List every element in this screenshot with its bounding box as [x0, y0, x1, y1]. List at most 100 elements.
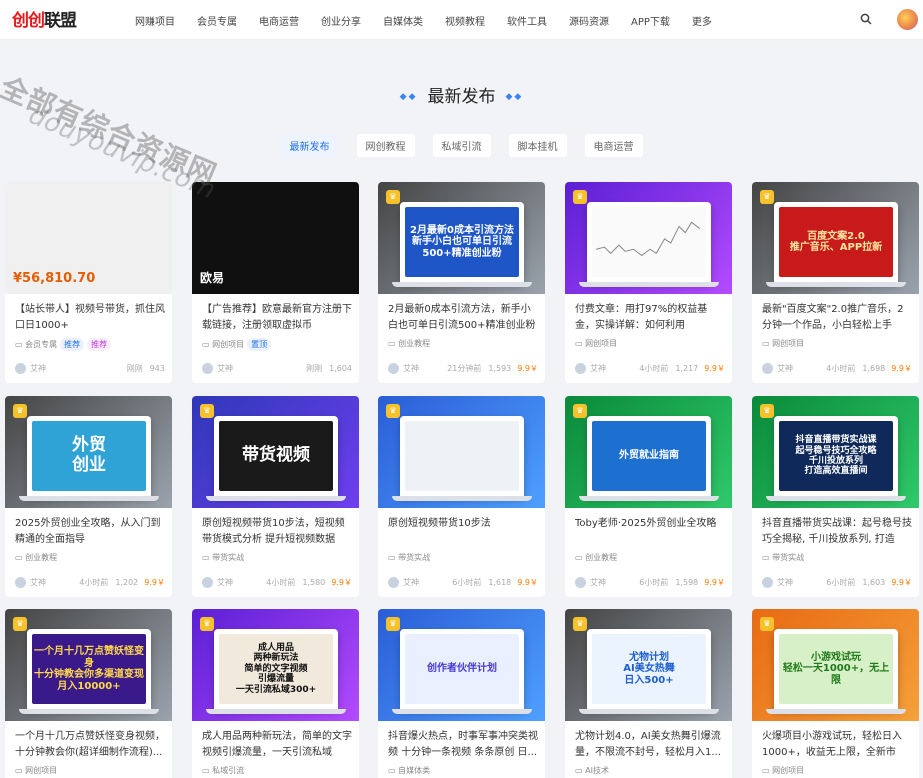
thumbnail-text: 2月最新0成本引流方法 新手小白也可单日引流 500+精准创业粉: [410, 224, 514, 259]
category-label[interactable]: 网创项目: [585, 339, 617, 348]
nav-item[interactable]: 更多: [692, 13, 712, 28]
post-title[interactable]: 抖音爆火热点，时事军事冲突类视频 十分钟一条视频 条条原创 日...: [388, 729, 538, 761]
post-thumbnail[interactable]: 欧易: [192, 182, 359, 294]
nav-item[interactable]: 电商运营: [259, 13, 299, 28]
vip-crown-icon: ♛: [200, 617, 214, 631]
post-title[interactable]: 火爆项目小游戏试玩，轻松日入1000+，收益无上限，全新市场！: [762, 729, 912, 761]
folder-icon: ▭: [202, 340, 213, 349]
author-name[interactable]: 艾神: [590, 363, 606, 374]
search-icon[interactable]: [860, 13, 872, 25]
post-title[interactable]: 原创短视频带货10步法: [388, 516, 538, 548]
post-title[interactable]: 成人用品两种新玩法，简单的文字视频引爆流量，一天引流私域30...: [202, 729, 352, 761]
post-thumbnail[interactable]: ♛ 抖音直播带货实战课 起号稳号技巧全攻略 千川投放系列 打造高效直播间: [752, 396, 919, 508]
post-tag[interactable]: 推荐: [87, 338, 112, 351]
post-card[interactable]: ♛ 带货视频原创短视频带货10步法，短视频带货模式分析 提升短视频数据的... ▭ …: [192, 396, 359, 597]
post-thumbnail[interactable]: ♛: [565, 182, 732, 294]
post-thumbnail[interactable]: ♛ 尤物计划 AI美女热舞 日入500+: [565, 609, 732, 721]
author-name[interactable]: 艾神: [30, 363, 46, 374]
category-label[interactable]: 网创项目: [212, 340, 244, 349]
post-card[interactable]: ♛ 百度文案2.0 推广音乐、APP拉新最新"百度文案"2.0推广音乐，2分钟一个…: [752, 182, 919, 383]
category-label[interactable]: 网创项目: [25, 766, 57, 775]
post-thumbnail[interactable]: ♛ 外贸就业指南: [565, 396, 732, 508]
nav-item[interactable]: 自媒体类: [383, 13, 423, 28]
author-name[interactable]: 艾神: [217, 577, 233, 588]
tab-script[interactable]: 脚本挂机: [508, 134, 567, 157]
category-label[interactable]: 创业教程: [25, 553, 57, 562]
post-title[interactable]: 原创短视频带货10步法，短视频带货模式分析 提升短视频数据的...: [202, 516, 352, 548]
tab-ecommerce[interactable]: 电商运营: [584, 134, 643, 157]
post-card[interactable]: ♛ 一个月十几万点赞妖怪变身 十分钟教会你多渠道变现 月入10000+ 一个月十几万…: [5, 609, 172, 778]
post-thumbnail[interactable]: ♛ 2月最新0成本引流方法 新手小白也可单日引流 500+精准创业粉: [378, 182, 545, 294]
author-name[interactable]: 艾神: [590, 577, 606, 588]
post-tag[interactable]: 置顶: [247, 338, 272, 351]
post-title[interactable]: 最新"百度文案"2.0推广音乐，2分钟一个作品，小白轻松上手: [762, 302, 912, 334]
category-label[interactable]: 创业教程: [398, 339, 430, 348]
post-card[interactable]: 欧易 【广告推荐】欧意最新官方注册下载链接，注册领取虚拟币 ▭ 网创项目 置顶 艾神 刚刚…: [192, 182, 359, 383]
post-category: ▭ 网创项目: [762, 338, 804, 349]
post-card[interactable]: ♛ 2月最新0成本引流方法 新手小白也可单日引流 500+精准创业粉 2月最新0成本…: [378, 182, 545, 383]
category-label[interactable]: 网创项目: [772, 766, 804, 775]
post-title[interactable]: 付费文章：用打97%的权益基金，实操详解：如何利用deepseek来...: [575, 302, 725, 334]
site-logo[interactable]: 创创联盟: [12, 6, 77, 31]
post-title[interactable]: 尤物计划4.0，AI美女热舞引爆流量，不限流不封号，轻松月入1...: [575, 729, 725, 761]
post-card[interactable]: ♛ 成人用品 两种新玩法 简单的文字视频 引爆流量 一天引流私域300+ 成人用品两…: [192, 609, 359, 778]
thumbnail-screen: 尤物计划 AI美女热舞 日入500+: [592, 634, 706, 704]
author-name[interactable]: 艾神: [777, 577, 793, 588]
post-card[interactable]: ♛ 外贸 创业 2025外贸创业全攻略，从入门到精通的全面指导 ▭ 创业教程 艾神 4小时…: [5, 396, 172, 597]
nav-item[interactable]: 软件工具: [507, 13, 547, 28]
post-thumbnail[interactable]: ♛ 成人用品 两种新玩法 简单的文字视频 引爆流量 一天引流私域300+: [192, 609, 359, 721]
category-label[interactable]: 网创项目: [772, 339, 804, 348]
nav-item[interactable]: APP下载: [631, 13, 670, 28]
post-title[interactable]: 【站长带人】视频号带货，抓住风口日1000+: [15, 302, 165, 334]
post-card[interactable]: ♛ 抖音直播带货实战课 起号稳号技巧全攻略 千川投放系列 打造高效直播间 抖音直播带…: [752, 396, 919, 597]
post-card[interactable]: ¥56,810.70 【站长带人】视频号带货，抓住风口日1000+ ▭ 会员专属 推荐…: [5, 182, 172, 383]
author-name[interactable]: 艾神: [777, 363, 793, 374]
post-card[interactable]: ♛ 尤物计划 AI美女热舞 日入500+ 尤物计划4.0，AI美女热舞引爆流量，不限…: [565, 609, 732, 778]
author-name[interactable]: 艾神: [403, 577, 419, 588]
tab-tutorial[interactable]: 网创教程: [356, 134, 415, 157]
post-thumbnail[interactable]: ♛ 外贸 创业: [5, 396, 172, 508]
nav-item[interactable]: 创业分享: [321, 13, 361, 28]
category-label[interactable]: 带货实战: [398, 553, 430, 562]
nav-item[interactable]: 网赚项目: [135, 13, 175, 28]
post-card[interactable]: ♛ 付费文章：用打97%的权益基金，实操详解：如何利用deepseek来... ▭ …: [565, 182, 732, 383]
vip-crown-icon: ♛: [200, 404, 214, 418]
post-title[interactable]: 一个月十几万点赞妖怪变身视频，十分钟教会你(超详细制作流程)...: [15, 729, 165, 761]
avatar[interactable]: [897, 9, 918, 30]
thumbnail-screen: 抖音直播带货实战课 起号稳号技巧全攻略 千川投放系列 打造高效直播间: [779, 421, 893, 491]
post-thumbnail[interactable]: ♛ 小游戏试玩 轻松一天1000+，无上限: [752, 609, 919, 721]
nav-item[interactable]: 视频教程: [445, 13, 485, 28]
author-name[interactable]: 艾神: [30, 577, 46, 588]
post-title[interactable]: 2025外贸创业全攻略，从入门到精通的全面指导: [15, 516, 165, 548]
post-title[interactable]: Toby老师·2025外贸创业全攻略: [575, 516, 725, 548]
post-card[interactable]: ♛ 外贸就业指南 Toby老师·2025外贸创业全攻略 ▭ 创业教程 艾神 6小时前 1,5…: [565, 396, 732, 597]
nav-item[interactable]: 会员专属: [197, 13, 237, 28]
post-thumbnail[interactable]: ♛ 创作者伙伴计划: [378, 609, 545, 721]
category-label[interactable]: AI技术: [585, 766, 609, 775]
laptop-frame: 抖音直播带货实战课 起号稳号技巧全攻略 千川投放系列 打造高效直播间: [774, 416, 898, 496]
category-label[interactable]: 带货实战: [772, 553, 804, 562]
post-thumbnail[interactable]: ♛: [378, 396, 545, 508]
post-title[interactable]: 2月最新0成本引流方法，新手小白也可单日引流500+精准创业粉: [388, 302, 538, 334]
post-card[interactable]: ♛ 小游戏试玩 轻松一天1000+，无上限火爆项目小游戏试玩，轻松日入1000+，…: [752, 609, 919, 778]
post-card[interactable]: ♛ 创作者伙伴计划抖音爆火热点，时事军事冲突类视频 十分钟一条视频 条条原创 日.…: [378, 609, 545, 778]
post-card[interactable]: ♛ 原创短视频带货10步法 ▭ 带货实战 艾神 6小时前 1,618 9.9￥: [378, 396, 545, 597]
tab-latest[interactable]: 最新发布: [280, 134, 339, 157]
post-tag[interactable]: 推荐: [60, 338, 85, 351]
post-thumbnail[interactable]: ♛ 一个月十几万点赞妖怪变身 十分钟教会你多渠道变现 月入10000+: [5, 609, 172, 721]
diamond-icon: ◆◆: [399, 92, 418, 102]
author-name[interactable]: 艾神: [217, 363, 233, 374]
author-name[interactable]: 艾神: [403, 363, 419, 374]
post-thumbnail[interactable]: ♛ 带货视频: [192, 396, 359, 508]
post-title[interactable]: 【广告推荐】欧意最新官方注册下载链接，注册领取虚拟币: [202, 302, 352, 334]
tab-traffic[interactable]: 私域引流: [432, 134, 491, 157]
nav-item[interactable]: 源码资源: [569, 13, 609, 28]
post-thumbnail[interactable]: ♛ 百度文案2.0 推广音乐、APP拉新: [752, 182, 919, 294]
category-label[interactable]: 创业教程: [585, 553, 617, 562]
category-label[interactable]: 私域引流: [212, 766, 244, 775]
category-label[interactable]: 自媒体类: [398, 766, 430, 775]
category-label[interactable]: 会员专属: [25, 340, 57, 349]
post-thumbnail[interactable]: ¥56,810.70: [5, 182, 172, 294]
category-label[interactable]: 带货实战: [212, 553, 244, 562]
post-title[interactable]: 抖音直播带货实战课：起号稳号技巧全揭秘, 千川投放系列, 打造高...: [762, 516, 912, 548]
